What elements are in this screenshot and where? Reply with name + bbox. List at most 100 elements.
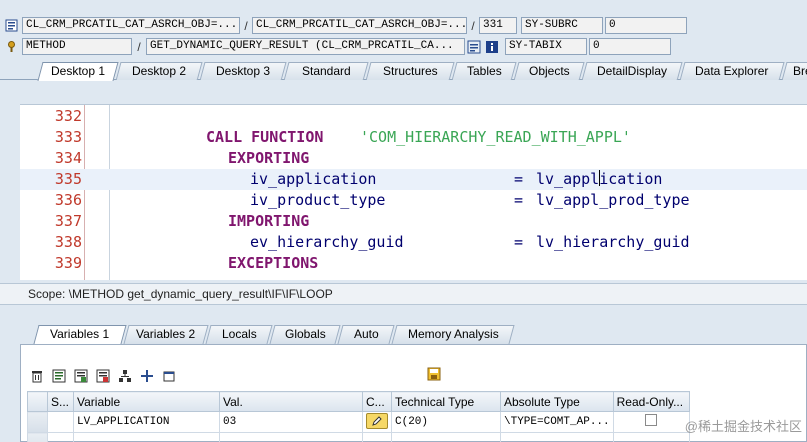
code-keyword: EXCEPTIONS	[228, 254, 319, 272]
tab-tables[interactable]: Tables	[451, 62, 517, 81]
tab-globals[interactable]: Globals	[269, 325, 341, 344]
change-icon[interactable]	[73, 368, 89, 384]
line-number-field[interactable]: 331	[479, 17, 517, 34]
system-variable-name-2: SY-TABIX	[505, 38, 587, 55]
line-number: 339	[54, 254, 82, 272]
line-number: 338	[54, 233, 82, 251]
method-icon	[4, 40, 18, 54]
table-row[interactable]	[27, 432, 690, 442]
tab-variables-1[interactable]: Variables 1	[33, 325, 127, 344]
desktop-tab-strip: Desktop 1 Desktop 2 Desktop 3 Standard S…	[0, 60, 807, 81]
line-number: 335	[54, 170, 82, 188]
tab-desktop-2[interactable]: Desktop 2	[115, 62, 203, 81]
status-cell	[47, 432, 74, 442]
read-only-cell	[612, 432, 690, 442]
read-only-cell	[612, 411, 690, 433]
tab-detail-display[interactable]: DetailDisplay	[581, 62, 683, 81]
code-value: lv_appl_prod_type	[536, 191, 690, 209]
code-value: lv_application	[536, 170, 663, 188]
tab-data-explorer[interactable]: Data Explorer	[679, 62, 785, 81]
include-field[interactable]: CL_CRM_PRCATIL_CAT_ASRCH_OBJ=...	[252, 17, 467, 34]
tab-standard[interactable]: Standard	[283, 62, 369, 81]
code-operator: =	[514, 233, 524, 251]
technical-type-cell: C(20)	[391, 411, 501, 433]
code-keyword: EXPORTING	[228, 149, 310, 167]
watermark: @稀土掘金技术社区	[684, 419, 802, 434]
navigate-icon[interactable]	[467, 40, 481, 54]
info-icon[interactable]	[485, 40, 499, 54]
code-parameter: ev_hierarchy_guid	[250, 233, 404, 251]
line-number: 336	[54, 191, 82, 209]
save-icon[interactable]	[427, 367, 443, 383]
hierarchy-icon[interactable]	[117, 368, 133, 384]
detail-icon[interactable]	[51, 368, 67, 384]
system-variable-name-1: SY-SUBRC	[521, 17, 603, 34]
tab-memory-analysis[interactable]: Memory Analysis	[391, 325, 515, 344]
source-code-panel: 332 333 CALL FUNCTION 'COM_HIERARCHY_REA…	[14, 80, 807, 282]
tab-auto[interactable]: Auto	[337, 325, 395, 344]
variables-pane: Variables 1 Variables 2 Locals Globals A…	[0, 306, 807, 442]
export-icon[interactable]	[161, 368, 177, 384]
status-cell	[47, 411, 74, 433]
tab-structures[interactable]: Structures	[365, 62, 455, 81]
program-field[interactable]: CL_CRM_PRCATIL_CAT_ASRCH_OBJ=...	[22, 17, 240, 34]
code-string: 'COM_HIERARCHY_READ_WITH_APPL'	[360, 128, 631, 146]
variables-toolbar	[29, 367, 183, 385]
delete-icon[interactable]	[29, 368, 45, 384]
info-row-program: CL_CRM_PRCATIL_CAT_ASRCH_OBJ=... / CL_CR…	[0, 16, 687, 35]
table-row[interactable]: LV_APPLICATION 03 C(20) \TYPE=COMT_AP...	[27, 411, 690, 433]
column-header-s[interactable]: S...	[47, 391, 74, 412]
code-line[interactable]: 336 iv_product_type = lv_appl_prod_type	[20, 190, 807, 211]
pencil-icon[interactable]	[366, 413, 388, 429]
tab-break[interactable]: Bre	[781, 62, 807, 81]
change-cell	[362, 432, 392, 442]
scope-bar: Scope: \METHOD get_dynamic_query_result\…	[0, 283, 807, 305]
code-editor[interactable]: 332 333 CALL FUNCTION 'COM_HIERARCHY_REA…	[20, 104, 807, 280]
tab-variables-2[interactable]: Variables 2	[123, 325, 209, 344]
tab-desktop-1[interactable]: Desktop 1	[37, 62, 119, 81]
absolute-type-cell	[500, 432, 614, 442]
value-cell[interactable]: 03	[219, 411, 363, 433]
code-line-current[interactable]: 335 iv_application = lv_application	[20, 169, 807, 190]
code-line[interactable]: 334 EXPORTING	[20, 148, 807, 169]
row-selector-header	[27, 391, 48, 412]
code-parameter: iv_product_type	[250, 191, 386, 209]
column-header-read-only[interactable]: Read-Only...	[612, 391, 690, 412]
tab-locals[interactable]: Locals	[205, 325, 273, 344]
code-line[interactable]: 337 IMPORTING	[20, 211, 807, 232]
code-line[interactable]: 332	[20, 106, 807, 127]
column-header-change[interactable]: C...	[362, 391, 392, 412]
row-selector[interactable]	[27, 411, 48, 433]
code-line[interactable]: 339 EXCEPTIONS	[20, 253, 807, 274]
tab-desktop-3[interactable]: Desktop 3	[199, 62, 287, 81]
system-variable-value-2: 0	[589, 38, 671, 55]
code-operator: =	[514, 191, 524, 209]
column-header-variable[interactable]: Variable	[73, 391, 220, 412]
program-icon	[4, 19, 18, 33]
separator: /	[471, 18, 475, 33]
code-line[interactable]: 333 CALL FUNCTION 'COM_HIERARCHY_READ_WI…	[20, 127, 807, 148]
line-number: 333	[54, 128, 82, 146]
column-header-absolute-type[interactable]: Absolute Type	[500, 391, 614, 412]
value-cell[interactable]	[219, 432, 363, 442]
change-cell	[362, 411, 392, 433]
move-icon[interactable]	[139, 368, 155, 384]
separator: /	[244, 18, 248, 33]
event-type-field: METHOD	[22, 38, 132, 55]
separator: /	[137, 39, 141, 54]
table-view-icon[interactable]	[95, 368, 111, 384]
code-line[interactable]: 338 ev_hierarchy_guid = lv_hierarchy_gui…	[20, 232, 807, 253]
variable-cell[interactable]	[73, 432, 220, 442]
variable-cell[interactable]: LV_APPLICATION	[73, 411, 220, 433]
row-selector[interactable]	[27, 432, 48, 442]
tab-objects[interactable]: Objects	[513, 62, 585, 81]
column-header-value[interactable]: Val.	[219, 391, 363, 412]
column-header-technical-type[interactable]: Technical Type	[391, 391, 501, 412]
event-field[interactable]: GET_DYNAMIC_QUERY_RESULT (CL_CRM_PRCATIL…	[146, 38, 465, 55]
table-header-row: S... Variable Val. C... Technical Type A…	[27, 391, 690, 412]
code-keyword: CALL FUNCTION	[206, 128, 324, 146]
line-number: 332	[54, 107, 82, 125]
code-value: lv_hierarchy_guid	[536, 233, 690, 251]
read-only-checkbox[interactable]	[644, 414, 657, 426]
system-variable-value-1: 0	[605, 17, 687, 34]
